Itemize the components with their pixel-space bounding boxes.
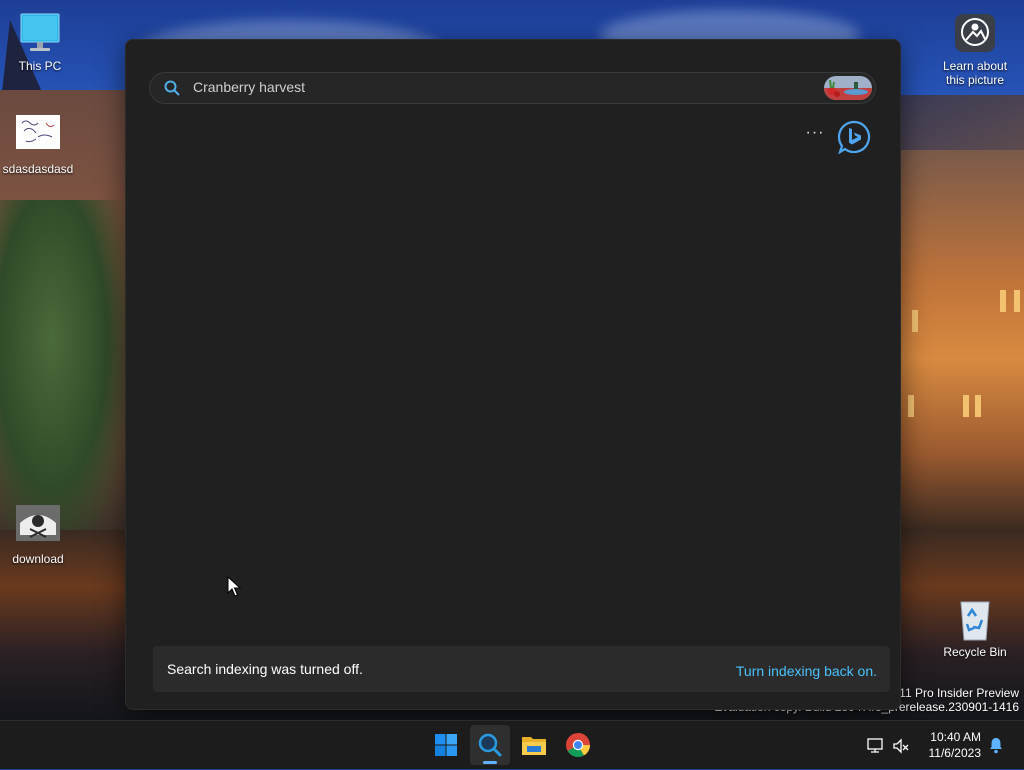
desktop-icon-label: Recycle Bin: [943, 645, 1007, 659]
desktop-icon-download[interactable]: download: [0, 505, 78, 566]
desktop-icon-learn-about-picture[interactable]: Learn about this picture: [934, 12, 1016, 87]
search-box[interactable]: Cranberry harvest: [149, 72, 876, 104]
desktop-icon-sdasdasdasd[interactable]: sdasdasdasd: [0, 115, 78, 176]
clock-time: 10:40 AM: [930, 730, 981, 744]
desktop-icon-label: download: [12, 552, 64, 566]
taskbar-search-button[interactable]: [470, 725, 510, 765]
file-explorer-icon: [522, 737, 546, 755]
turn-indexing-on-link[interactable]: Turn indexing back on.: [736, 663, 877, 679]
search-input[interactable]: Cranberry harvest: [193, 79, 305, 95]
search-icon: [164, 80, 180, 96]
monitor-icon: [18, 12, 62, 56]
volume-muted-icon[interactable]: [892, 737, 910, 755]
chrome-icon: [566, 733, 590, 758]
desktop-icon-this-pc[interactable]: This PC: [0, 12, 80, 73]
more-options-button[interactable]: ···: [804, 125, 826, 146]
windows-start-icon: [435, 734, 457, 756]
indexing-banner: Search indexing was turned off. Turn ind…: [153, 646, 890, 692]
learn-about-picture-icon: [953, 12, 997, 56]
image-file-icon: [16, 115, 60, 159]
mouse-cursor-icon: [227, 576, 241, 597]
indexing-message: Search indexing was turned off.: [167, 661, 363, 677]
taskbar: 10:40 AM 11/6/2023: [0, 720, 1024, 769]
clock-date: 11/6/2023: [928, 746, 982, 760]
desktop-icon-label: sdasdasdasd: [2, 162, 74, 176]
notification-bell-icon[interactable]: [988, 736, 1004, 754]
clock[interactable]: 10:40 AM 11/6/2023: [929, 729, 982, 761]
chrome-button[interactable]: [558, 725, 598, 765]
search-highlight-image[interactable]: [824, 76, 872, 100]
recycle-bin-icon: [953, 598, 997, 642]
bing-icon: [837, 120, 871, 155]
search-icon: [478, 733, 502, 757]
pirate-image-icon: [16, 505, 60, 549]
desktop-icon-recycle-bin[interactable]: Recycle Bin: [935, 598, 1015, 659]
bing-chat-button[interactable]: [837, 120, 871, 155]
file-explorer-button[interactable]: [514, 725, 554, 765]
search-panel: Cranberry harvest ··· Search indexing wa…: [125, 39, 901, 710]
start-button[interactable]: [426, 725, 466, 765]
desktop-icon-label: Learn about this picture: [942, 59, 1008, 87]
network-icon[interactable]: [866, 737, 884, 755]
desktop-icon-label: This PC: [18, 59, 62, 73]
